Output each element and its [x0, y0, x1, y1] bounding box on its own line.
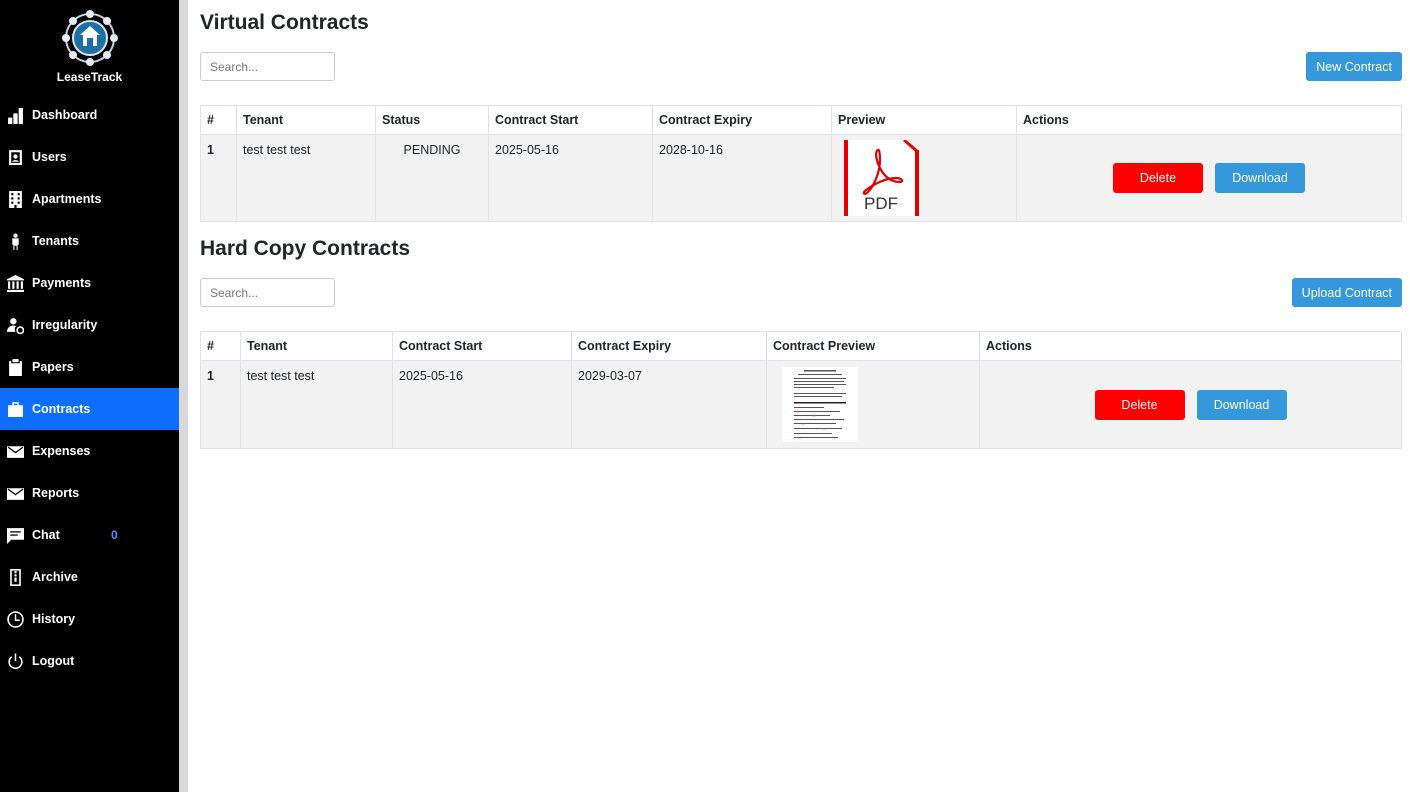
sidebar-item-label: Tenants	[32, 234, 79, 248]
row-number: 1	[200, 360, 241, 449]
sidebar-item-dashboard[interactable]: Dashboard	[0, 94, 179, 136]
document-thumbnail[interactable]	[782, 367, 858, 442]
preview-cell: PDF	[831, 134, 1017, 222]
virtual-contracts-table: # Tenant Status Contract Start Contract …	[200, 105, 1402, 222]
column-header[interactable]: Contract Expiry	[652, 105, 832, 135]
column-header[interactable]: Contract Preview	[766, 331, 980, 361]
chat-unread-badge: 0	[111, 528, 118, 542]
sidebar-item-label: History	[32, 612, 76, 626]
sidebar-item-label: Expenses	[32, 444, 91, 458]
sidebar-item-chat[interactable]: Chat 0	[0, 514, 179, 556]
column-header[interactable]: Actions	[979, 331, 1402, 361]
building-icon	[6, 190, 24, 208]
sidebar-item-apartments[interactable]: Apartments	[0, 178, 179, 220]
sidebar-item-label: Archive	[32, 570, 78, 584]
pdf-file-icon[interactable]: PDF	[844, 140, 920, 216]
sidebar-item-label: Users	[32, 150, 67, 164]
sidebar-item-logout[interactable]: Logout	[0, 640, 179, 682]
power-icon	[6, 652, 24, 670]
sidebar-item-label: Reports	[32, 486, 80, 500]
sidebar-item-archive[interactable]: Archive	[0, 556, 179, 598]
contract-expiry-cell: 2029-03-07	[571, 360, 767, 449]
sidebar-item-irregularity[interactable]: Irregularity	[0, 304, 179, 346]
column-header[interactable]: Contract Start	[488, 105, 653, 135]
sidebar: LeaseTrack Dashboard Users Apartments Te…	[0, 0, 179, 792]
leasetrack-logo-icon	[61, 8, 119, 68]
sidebar-item-history[interactable]: History	[0, 598, 179, 640]
tenant-cell: test test test	[236, 134, 376, 222]
pdf-label: PDF	[864, 194, 898, 213]
sidebar-item-label: Apartments	[32, 192, 102, 206]
virtual-search-input[interactable]	[200, 52, 335, 81]
clipboard-icon	[6, 358, 24, 376]
actions-cell: Delete Download	[1016, 134, 1402, 222]
briefcase-icon	[6, 400, 24, 418]
sidebar-nav: Dashboard Users Apartments Tenants Payme…	[0, 94, 179, 682]
column-header[interactable]: Status	[375, 105, 489, 135]
sidebar-item-label: Chat	[32, 528, 60, 542]
hard-copy-contracts-title: Hard Copy Contracts	[200, 237, 411, 260]
contract-preview-cell	[766, 360, 980, 449]
sidebar-item-tenants[interactable]: Tenants	[0, 220, 179, 262]
table-row: 1 test test test 2025-05-16 2029-03-07 D…	[200, 360, 1402, 449]
virtual-contracts-title: Virtual Contracts	[200, 11, 369, 34]
tenant-cell: test test test	[240, 360, 393, 449]
user-badge-icon	[6, 148, 24, 166]
zip-file-icon	[6, 568, 24, 586]
delete-button[interactable]: Delete	[1094, 389, 1185, 420]
column-header[interactable]: #	[200, 105, 237, 135]
actions-cell: Delete Download	[979, 360, 1402, 449]
column-header[interactable]: #	[200, 331, 241, 361]
sidebar-item-papers[interactable]: Papers	[0, 346, 179, 388]
contract-start-cell: 2025-05-16	[488, 134, 653, 222]
sidebar-item-label: Papers	[32, 360, 74, 374]
chat-icon	[6, 526, 24, 544]
contract-start-cell: 2025-05-16	[392, 360, 572, 449]
bar-chart-icon	[6, 106, 24, 124]
download-button[interactable]: Download	[1196, 389, 1287, 420]
column-header[interactable]: Actions	[1016, 105, 1402, 135]
table-row: 1 test test test PENDING 2025-05-16 2028…	[200, 134, 1402, 222]
sidebar-item-expenses[interactable]: Expenses	[0, 430, 179, 472]
contract-expiry-cell: 2028-10-16	[652, 134, 832, 222]
envelope-open-icon	[6, 484, 24, 502]
sidebar-item-users[interactable]: Users	[0, 136, 179, 178]
column-header[interactable]: Contract Start	[392, 331, 572, 361]
column-header[interactable]: Contract Expiry	[571, 331, 767, 361]
new-contract-button[interactable]: New Contract	[1306, 52, 1402, 81]
envelope-open-icon	[6, 442, 24, 460]
user-gear-icon	[6, 316, 24, 334]
sidebar-item-label: Dashboard	[32, 108, 98, 122]
clock-icon	[6, 610, 24, 628]
column-header[interactable]: Tenant	[236, 105, 376, 135]
upload-contract-button[interactable]: Upload Contract	[1291, 278, 1402, 307]
table-header-row: # Tenant Contract Start Contract Expiry …	[200, 331, 1402, 361]
column-header[interactable]: Preview	[831, 105, 1017, 135]
person-icon	[6, 232, 24, 250]
row-number: 1	[200, 134, 237, 222]
sidebar-item-label: Payments	[32, 276, 92, 290]
scrollbar-track[interactable]	[179, 0, 188, 792]
bank-icon	[6, 274, 24, 292]
sidebar-item-payments[interactable]: Payments	[0, 262, 179, 304]
sidebar-item-label: Contracts	[32, 402, 91, 416]
sidebar-item-contracts[interactable]: Contracts	[0, 388, 179, 430]
delete-button[interactable]: Delete	[1113, 163, 1203, 193]
brand[interactable]: LeaseTrack	[0, 8, 179, 84]
sidebar-item-label: Logout	[32, 654, 75, 668]
table-header-row: # Tenant Status Contract Start Contract …	[200, 105, 1402, 135]
hardcopy-search-input[interactable]	[200, 278, 335, 307]
status-cell: PENDING	[375, 134, 489, 222]
brand-name: LeaseTrack	[56, 70, 123, 84]
hard-copy-contracts-table: # Tenant Contract Start Contract Expiry …	[200, 331, 1402, 449]
download-button[interactable]: Download	[1215, 163, 1305, 193]
sidebar-item-label: Irregularity	[32, 318, 98, 332]
sidebar-item-reports[interactable]: Reports	[0, 472, 179, 514]
column-header[interactable]: Tenant	[240, 331, 393, 361]
